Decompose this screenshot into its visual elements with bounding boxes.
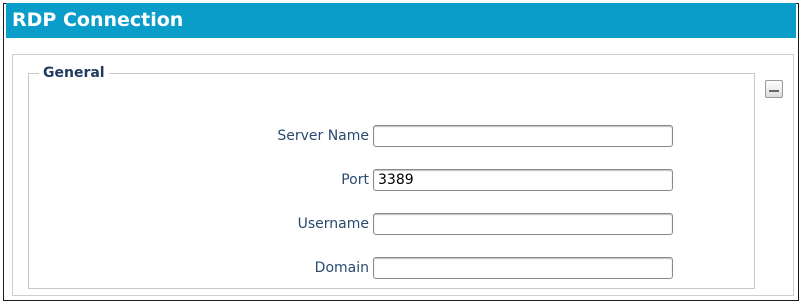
domain-row: Domain	[29, 257, 754, 279]
port-label: Port	[341, 172, 369, 188]
server-name-row: Server Name	[29, 125, 754, 147]
domain-input[interactable]	[373, 257, 673, 279]
general-legend: General	[43, 65, 105, 81]
username-row: Username	[29, 213, 754, 235]
window-title: RDP Connection	[6, 3, 796, 38]
port-input[interactable]	[373, 169, 673, 191]
username-label: Username	[297, 216, 369, 232]
server-name-input[interactable]	[373, 125, 673, 147]
collapse-general-button[interactable]	[765, 80, 783, 98]
settings-panel: General Server Name Port Username Domain	[12, 54, 794, 296]
username-input[interactable]	[373, 213, 673, 235]
port-row: Port	[29, 169, 754, 191]
general-section: General Server Name Port Username Domain	[28, 65, 755, 289]
minus-icon	[769, 90, 779, 92]
server-name-label: Server Name	[277, 128, 369, 144]
domain-label: Domain	[314, 260, 369, 276]
